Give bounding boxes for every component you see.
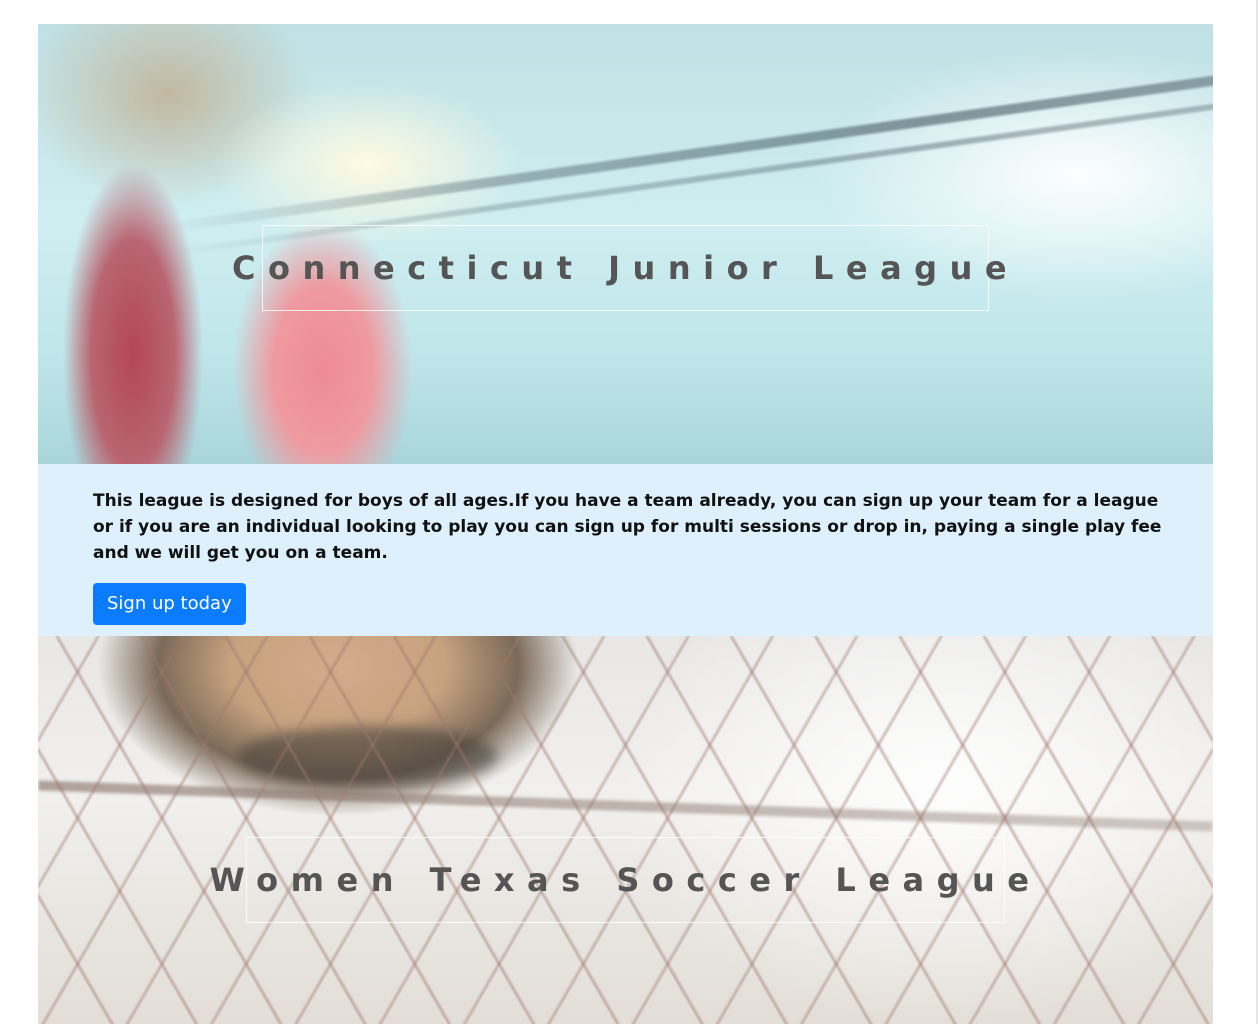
hero-title-frame: Connecticut Junior League — [232, 225, 1007, 311]
hero-banner-connecticut: Connecticut Junior League — [38, 24, 1213, 464]
goal-net-graphic — [38, 636, 1213, 1024]
league-description: This league is designed for boys of all … — [93, 491, 1162, 563]
league-list: Connecticut Junior League This league is… — [38, 24, 1213, 1024]
stadium-truss-graphic — [157, 70, 1213, 234]
league-title: Connecticut Junior League — [231, 249, 1020, 287]
league-title: Women Texas Soccer League — [209, 861, 1042, 899]
page: Connecticut Junior League This league is… — [0, 0, 1258, 1024]
hero-banner-texas: Women Texas Soccer League — [38, 636, 1213, 1024]
hero-title-frame: Women Texas Soccer League — [210, 837, 1029, 923]
league-info-panel: This league is designed for boys of all … — [38, 464, 1213, 636]
sign-up-button[interactable]: Sign up today — [93, 583, 246, 625]
